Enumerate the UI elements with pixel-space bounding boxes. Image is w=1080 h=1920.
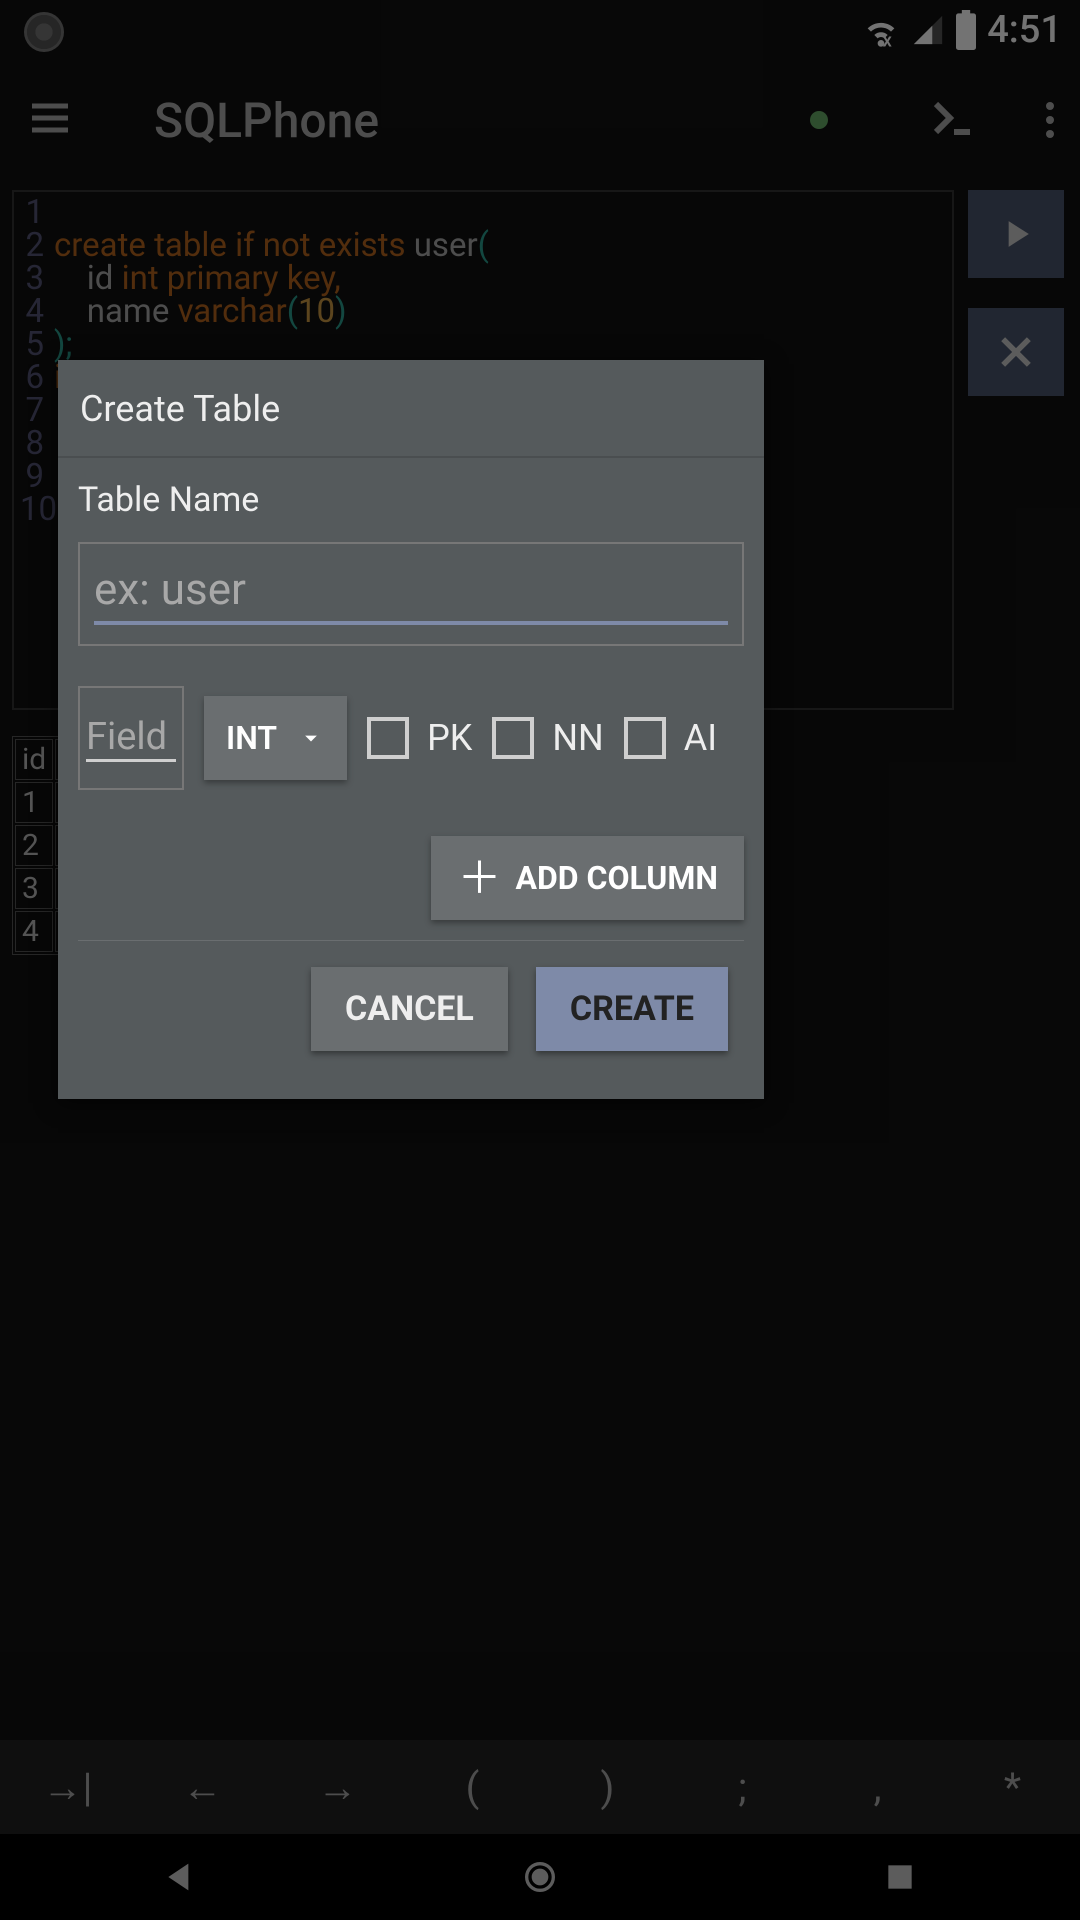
column-definition-row: INT PK NN AI: [78, 686, 744, 790]
table-name-label: Table Name: [78, 480, 744, 520]
pk-label: PK: [427, 717, 472, 759]
table-name-input-wrap[interactable]: [78, 542, 744, 646]
pk-checkbox[interactable]: [367, 717, 409, 759]
create-button[interactable]: CREATE: [536, 967, 728, 1051]
nn-label: NN: [552, 717, 603, 759]
chevron-down-icon: [297, 724, 325, 752]
column-type-select[interactable]: INT: [204, 696, 347, 780]
ai-label: AI: [684, 717, 717, 759]
ai-checkbox[interactable]: [624, 717, 666, 759]
column-name-input-wrap[interactable]: [78, 686, 184, 790]
column-name-input[interactable]: [86, 715, 176, 762]
dialog-title: Create Table: [58, 360, 764, 458]
add-column-label: ADD COLUMN: [515, 859, 718, 897]
cancel-button[interactable]: CANCEL: [311, 967, 508, 1051]
table-name-input[interactable]: [94, 563, 728, 625]
column-type-value: INT: [226, 719, 277, 757]
create-table-dialog: Create Table Table Name INT PK: [58, 360, 764, 1099]
nn-checkbox[interactable]: [492, 717, 534, 759]
add-column-button[interactable]: ＋ ADD COLUMN: [431, 836, 744, 920]
